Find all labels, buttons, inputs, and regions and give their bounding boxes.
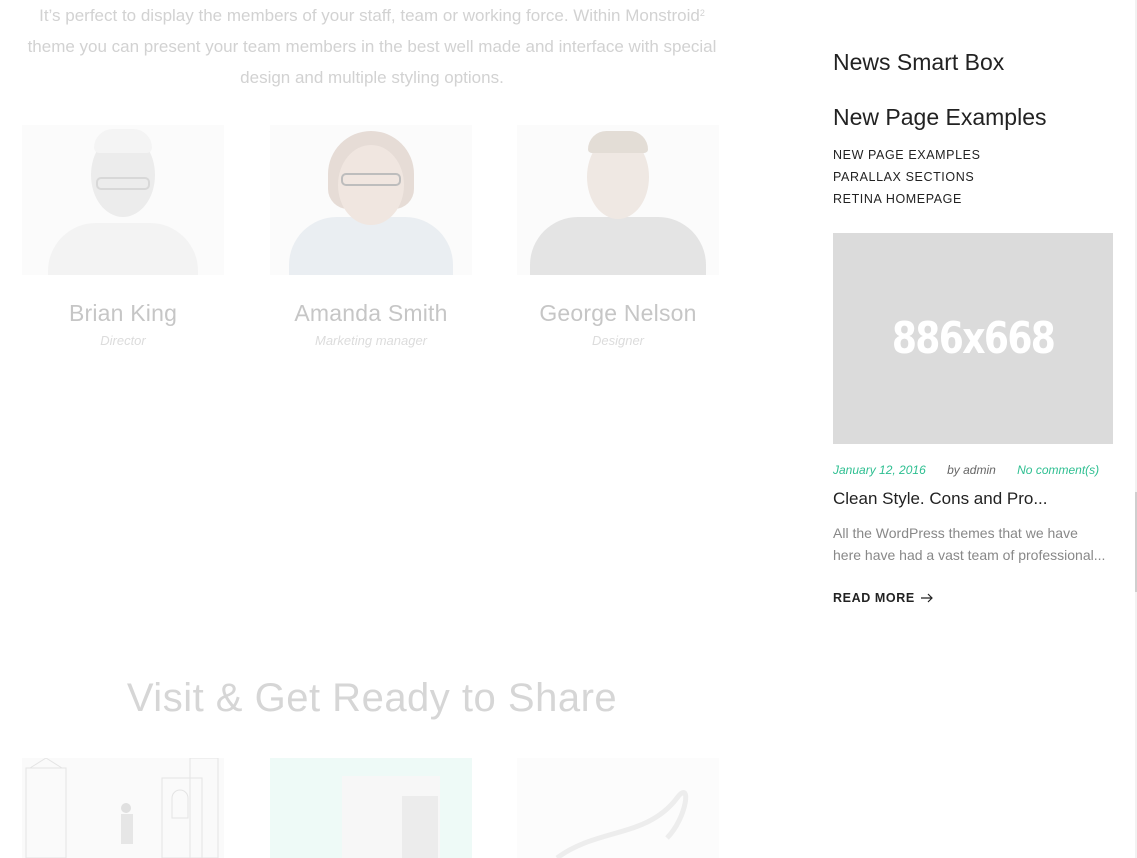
page-link-parallax-sections[interactable]: PARALLAX SECTIONS (833, 166, 974, 188)
page-link-retina-homepage[interactable]: RETINA HOMEPAGE (833, 188, 962, 210)
widget-title: New Page Examples (833, 104, 1047, 130)
hair-shape (94, 129, 152, 153)
intro-superscript: 2 (699, 8, 705, 18)
team-member-card[interactable]: Amanda Smith Marketing manager (270, 125, 472, 348)
post-meta: January 12, 2016 by admin No comment(s) (833, 463, 1099, 477)
post-image[interactable]: 886x668 (833, 233, 1113, 444)
main-content: It’s perfect to display the members of y… (0, 0, 790, 858)
team-member-role: Designer (591, 333, 645, 348)
team-member-card[interactable]: Brian King Director (22, 125, 224, 348)
team-intro: It’s perfect to display the members of y… (22, 0, 722, 93)
page-link-new-page-examples[interactable]: NEW PAGE EXAMPLES (833, 144, 981, 166)
post-comments-link[interactable]: No comment(s) (1017, 463, 1099, 477)
share-section-title: Visit & Get Ready to Share (126, 676, 618, 720)
cable-illustration (555, 790, 689, 858)
torso-shape (48, 223, 198, 275)
intro-text: theme you can present your team members … (27, 37, 717, 56)
team-member-photo[interactable] (270, 125, 472, 275)
team-member-photo[interactable] (22, 125, 224, 275)
page-links-list: NEW PAGE EXAMPLESPARALLAX SECTIONSRETINA… (833, 144, 1123, 210)
team-member-name[interactable]: Brian King (22, 300, 224, 327)
portfolio-thumbnail[interactable] (270, 758, 472, 858)
widget-title: News Smart Box (833, 49, 1005, 75)
image-placeholder-label: 886x668 (891, 313, 1056, 364)
torso-shape (530, 217, 706, 275)
post-date-link[interactable]: January 12, 2016 (833, 463, 926, 477)
read-more-link[interactable]: READ MORE (833, 590, 934, 606)
read-more-label: READ MORE (833, 591, 915, 605)
post-title-link[interactable]: Clean Style. Cons and Pro... (833, 489, 1048, 509)
glasses-shape (96, 177, 150, 190)
team-member-photo[interactable] (517, 125, 719, 275)
portfolio-thumbnail[interactable] (22, 758, 224, 858)
portfolio-thumbnail[interactable] (517, 758, 719, 858)
post-author[interactable]: by admin (947, 463, 996, 477)
team-member-card[interactable]: George Nelson Designer (517, 125, 719, 348)
torso-shape (289, 217, 453, 275)
intro-text: design and multiple styling options. (240, 68, 504, 87)
team-member-name[interactable]: George Nelson (517, 300, 719, 327)
post-excerpt: All the WordPress themes that we have he… (833, 525, 1106, 563)
team-member-role: Director (100, 333, 146, 348)
team-member-name[interactable]: Amanda Smith (270, 300, 472, 327)
sketch-illustration (25, 758, 219, 858)
hair-shape (588, 131, 648, 153)
glasses-shape (341, 173, 401, 186)
intro-text: It’s perfect to display the members of y… (39, 6, 705, 25)
arrow-right-icon (920, 590, 934, 606)
team-member-role: Marketing manager (315, 333, 427, 348)
device-shape (402, 796, 438, 858)
